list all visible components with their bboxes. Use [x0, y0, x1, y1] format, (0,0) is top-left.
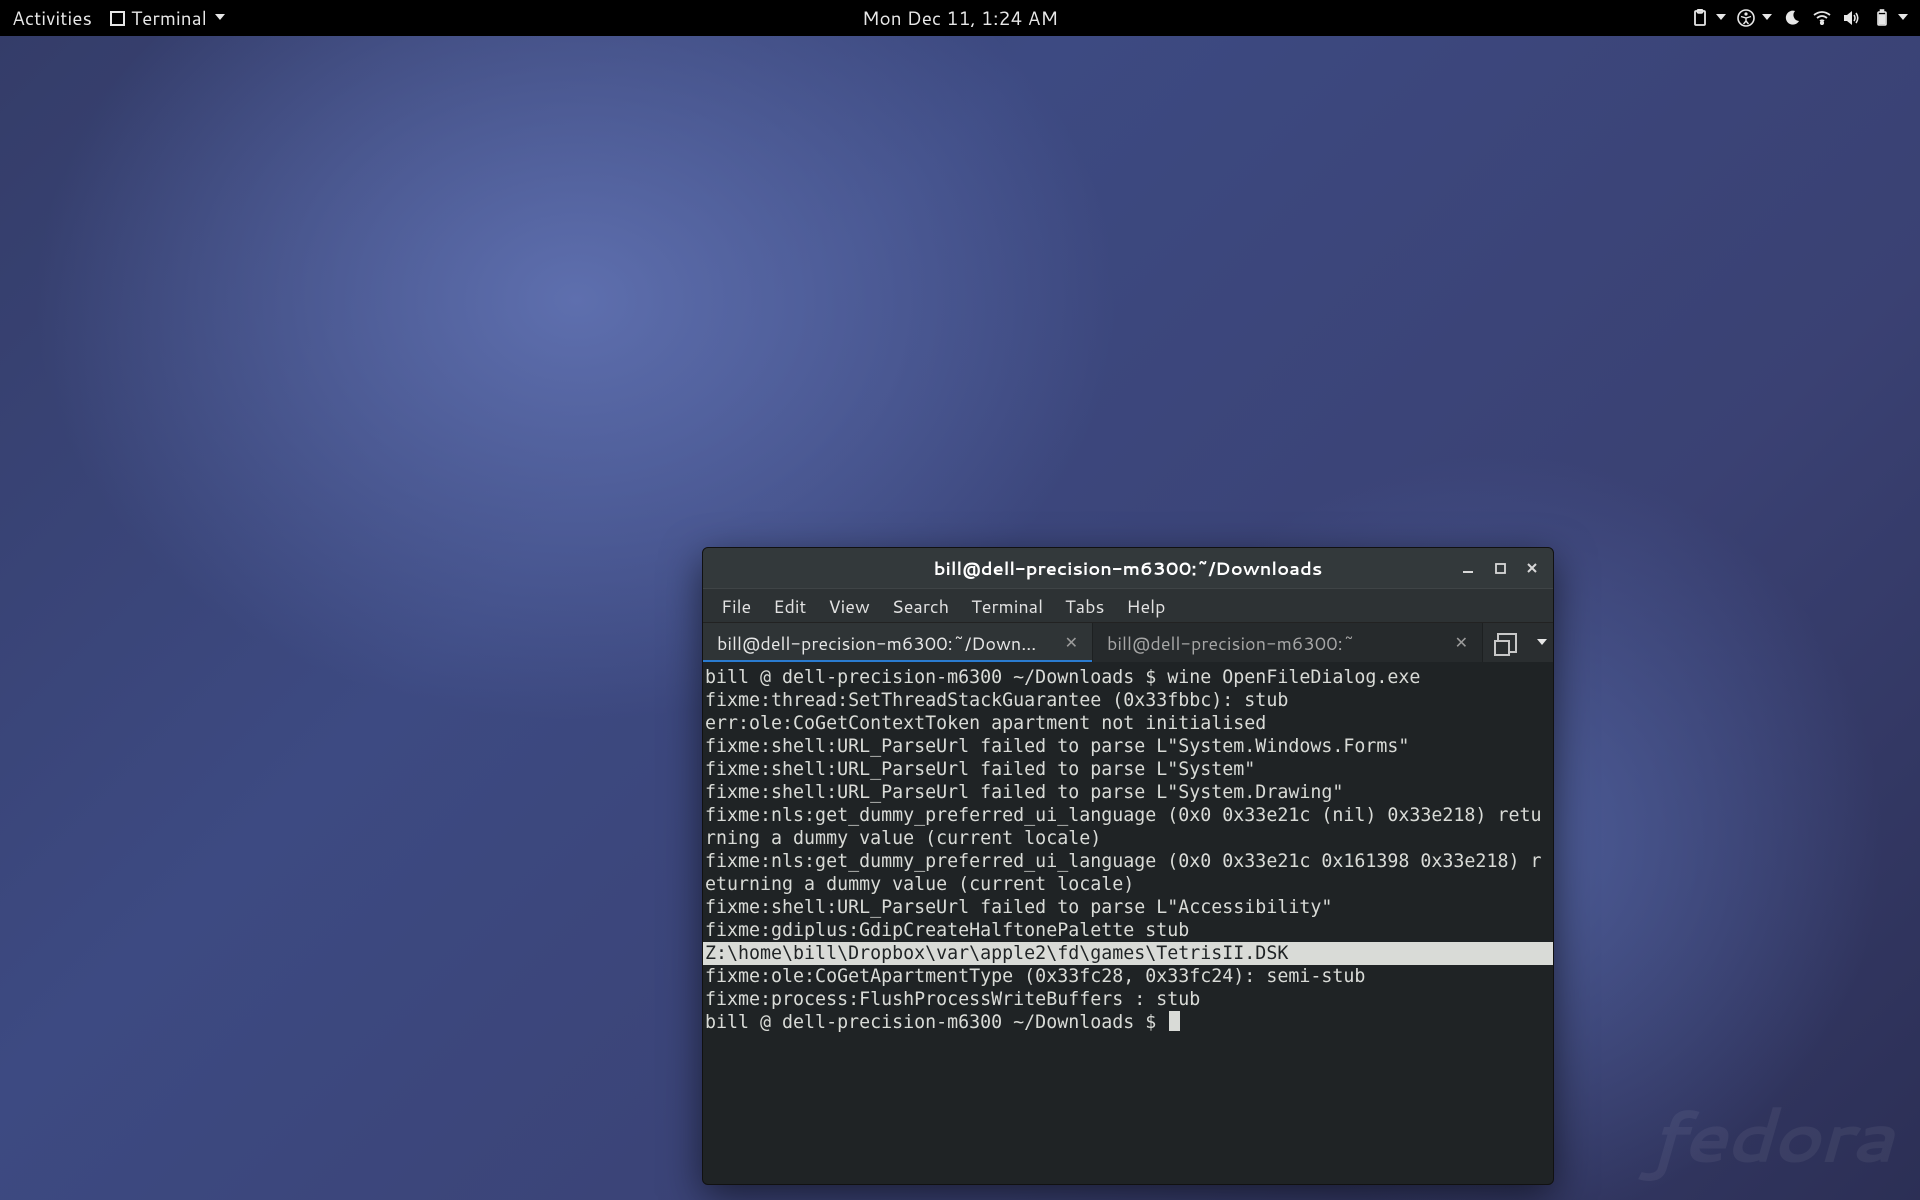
- night-light-icon[interactable]: [1782, 8, 1802, 28]
- window-title: bill@dell-precision-m6300:~/Downloads: [934, 555, 1323, 581]
- terminal-line: bill @ dell-precision-m6300 ~/Downloads …: [703, 666, 1553, 689]
- terminal-line: fixme:shell:URL_ParseUrl failed to parse…: [703, 781, 1553, 804]
- menubar: File Edit View Search Terminal Tabs Help: [703, 588, 1553, 622]
- terminal-line: fixme:process:FlushProcessWriteBuffers :…: [703, 988, 1553, 1011]
- menu-search[interactable]: Search: [882, 589, 959, 623]
- chevron-down-icon[interactable]: [1537, 639, 1547, 645]
- terminal-icon: [110, 11, 125, 26]
- new-tab-icon[interactable]: [1497, 633, 1517, 653]
- battery-icon: [1872, 8, 1892, 28]
- terminal-line: fixme:shell:URL_ParseUrl failed to parse…: [703, 758, 1553, 781]
- gnome-top-panel: Activities Terminal Mon Dec 11, 1:24 AM: [0, 0, 1920, 36]
- menu-view[interactable]: View: [818, 589, 879, 623]
- terminal-output[interactable]: bill @ dell-precision-m6300 ~/Downloads …: [703, 662, 1553, 1184]
- maximize-button[interactable]: [1485, 554, 1515, 582]
- chevron-down-icon: [1898, 14, 1908, 20]
- tab-close-icon[interactable]: ✕: [1451, 631, 1472, 654]
- app-menu-label: Terminal: [131, 5, 207, 32]
- menu-tabs[interactable]: Tabs: [1055, 589, 1114, 623]
- terminal-line: err:ole:CoGetContextToken apartment not …: [703, 712, 1553, 735]
- tab-0[interactable]: bill@dell-precision-m6300:~/Down… ✕: [703, 623, 1093, 662]
- menu-edit[interactable]: Edit: [763, 589, 816, 623]
- app-menu[interactable]: Terminal: [110, 5, 225, 32]
- chevron-down-icon: [215, 14, 225, 20]
- terminal-line: fixme:ole:CoGetApartmentType (0x33fc28, …: [703, 965, 1553, 988]
- terminal-line: fixme:nls:get_dummy_preferred_ui_languag…: [703, 804, 1553, 850]
- accessibility-indicator[interactable]: [1736, 8, 1772, 28]
- window-titlebar[interactable]: bill@dell-precision-m6300:~/Downloads: [703, 548, 1553, 588]
- terminal-line: fixme:shell:URL_ParseUrl failed to parse…: [703, 896, 1553, 919]
- network-icon[interactable]: [1812, 8, 1832, 28]
- menu-terminal[interactable]: Terminal: [961, 589, 1053, 623]
- terminal-line: Z:\home\bill\Dropbox\var\apple2\fd\games…: [703, 942, 1553, 965]
- terminal-line: fixme:gdiplus:GdipCreateHalftonePalette …: [703, 919, 1553, 942]
- volume-icon[interactable]: [1842, 8, 1862, 28]
- clipboard-indicator[interactable]: [1690, 8, 1726, 28]
- tab-1[interactable]: bill@dell-precision-m6300:~ ✕: [1093, 623, 1483, 662]
- terminal-cursor: [1169, 1011, 1180, 1031]
- chevron-down-icon: [1716, 14, 1726, 20]
- terminal-line: fixme:nls:get_dummy_preferred_ui_languag…: [703, 850, 1553, 896]
- activities-button[interactable]: Activities: [12, 5, 92, 32]
- menu-file[interactable]: File: [711, 589, 761, 623]
- minimize-button[interactable]: [1453, 554, 1483, 582]
- fedora-watermark: fedora: [1649, 1081, 1892, 1186]
- tab-close-icon[interactable]: ✕: [1061, 631, 1082, 654]
- menu-help[interactable]: Help: [1116, 589, 1175, 623]
- clock[interactable]: Mon Dec 11, 1:24 AM: [862, 5, 1058, 32]
- tab-label: bill@dell-precision-m6300:~: [1107, 630, 1443, 656]
- terminal-line: fixme:thread:SetThreadStackGuarantee (0x…: [703, 689, 1553, 712]
- accessibility-icon: [1736, 8, 1756, 28]
- terminal-line: fixme:shell:URL_ParseUrl failed to parse…: [703, 735, 1553, 758]
- chevron-down-icon: [1762, 14, 1772, 20]
- terminal-window: bill@dell-precision-m6300:~/Downloads Fi…: [702, 547, 1554, 1185]
- tab-label: bill@dell-precision-m6300:~/Down…: [717, 630, 1053, 656]
- clipboard-icon: [1690, 8, 1710, 28]
- battery-indicator[interactable]: [1872, 8, 1908, 28]
- tabbar: bill@dell-precision-m6300:~/Down… ✕ bill…: [703, 622, 1553, 662]
- terminal-line: bill @ dell-precision-m6300 ~/Downloads …: [703, 1011, 1553, 1034]
- close-button[interactable]: [1517, 554, 1547, 582]
